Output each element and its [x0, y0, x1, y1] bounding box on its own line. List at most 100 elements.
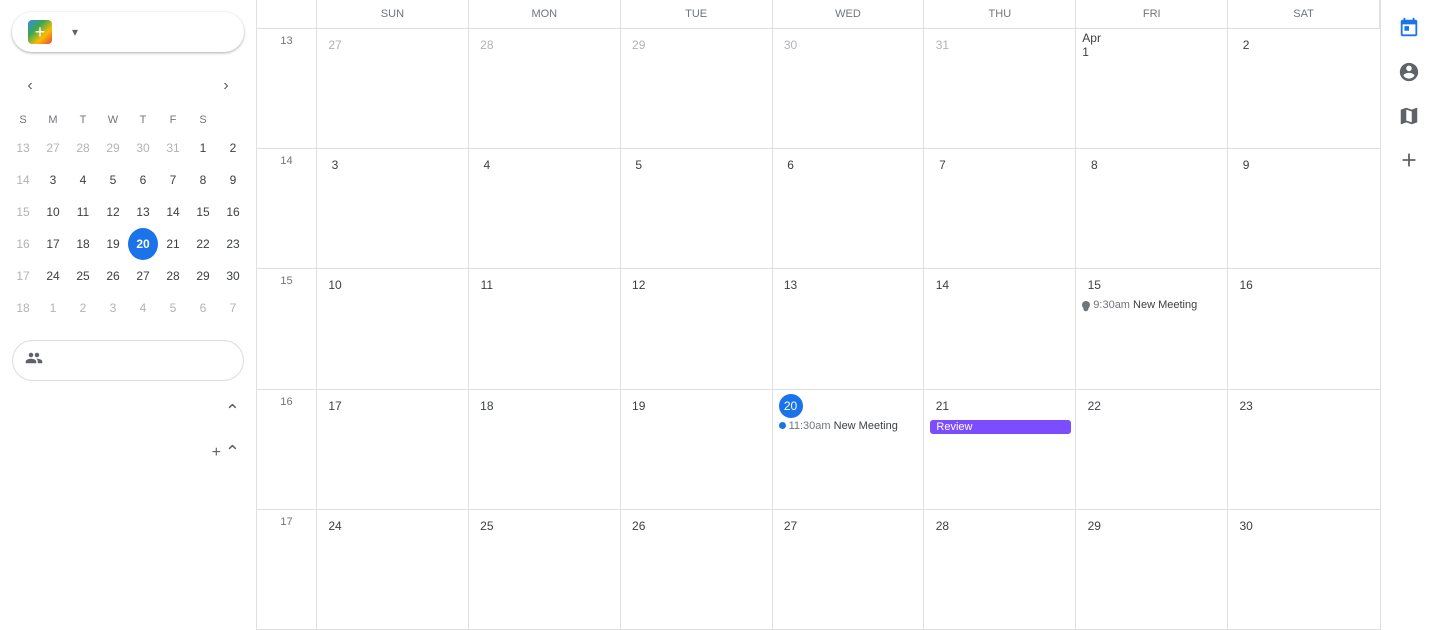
day-cell-3-5[interactable]: 22 — [1076, 390, 1228, 509]
mini-cal-cell-0-2[interactable]: 28 — [68, 132, 98, 164]
day-cell-0-1[interactable]: 28 — [469, 29, 621, 148]
mini-cal-cell-4-7[interactable]: 30 — [218, 260, 248, 292]
mini-cal-cell-2-7[interactable]: 16 — [218, 196, 248, 228]
day-cell-0-0[interactable]: 27 — [317, 29, 469, 148]
day-num-3-6: 23 — [1234, 394, 1258, 418]
day-cell-3-0[interactable]: 17 — [317, 390, 469, 509]
mini-cal-cell-3-5[interactable]: 21 — [158, 228, 188, 260]
day-cell-0-3[interactable]: 30 — [773, 29, 925, 148]
mini-cal-cell-1-7[interactable]: 9 — [218, 164, 248, 196]
create-button[interactable]: + ▾ — [12, 12, 244, 52]
mini-cal-cell-2-1[interactable]: 10 — [38, 196, 68, 228]
mini-cal-cell-1-3[interactable]: 5 — [98, 164, 128, 196]
my-calendars-header[interactable]: ⌃ — [12, 393, 244, 430]
day-cell-1-6[interactable]: 9 — [1228, 149, 1380, 268]
mini-cal-cell-1-1[interactable]: 3 — [38, 164, 68, 196]
mini-cal-cell-3-7[interactable]: 23 — [218, 228, 248, 260]
day-cell-3-6[interactable]: 23 — [1228, 390, 1380, 509]
day-cell-4-3[interactable]: 27 — [773, 510, 925, 629]
mini-cal-cell-3-0[interactable]: 16 — [8, 228, 38, 260]
mini-cal-cell-3-6[interactable]: 22 — [188, 228, 218, 260]
mini-cal-cell-5-6[interactable]: 6 — [188, 292, 218, 324]
day-cell-3-2[interactable]: 19 — [621, 390, 773, 509]
event-dot-3-3-0[interactable]: 11:30am New Meeting — [779, 420, 920, 432]
account-circle-icon[interactable] — [1389, 52, 1429, 92]
day-cell-0-4[interactable]: 31 — [924, 29, 1076, 148]
other-calendars-header[interactable]: + ⌃ — [12, 434, 244, 471]
day-cell-1-1[interactable]: 4 — [469, 149, 621, 268]
mini-cal-cell-1-0[interactable]: 14 — [8, 164, 38, 196]
cal-week-row-1: 143456789 — [257, 149, 1380, 269]
day-cell-2-3[interactable]: 13 — [773, 269, 925, 388]
day-cell-1-5[interactable]: 8 — [1076, 149, 1228, 268]
mini-cal-cell-4-1[interactable]: 24 — [38, 260, 68, 292]
mini-cal-cell-3-2[interactable]: 18 — [68, 228, 98, 260]
mini-cal-cell-0-7[interactable]: 2 — [218, 132, 248, 164]
day-cell-2-6[interactable]: 16 — [1228, 269, 1380, 388]
calendar-check-icon[interactable] — [1389, 8, 1429, 48]
mini-cal-cell-5-0[interactable]: 18 — [8, 292, 38, 324]
mini-cal-cell-2-4[interactable]: 13 — [128, 196, 158, 228]
day-cell-1-2[interactable]: 5 — [621, 149, 773, 268]
mini-cal-cell-4-6[interactable]: 29 — [188, 260, 218, 292]
day-cell-2-2[interactable]: 12 — [621, 269, 773, 388]
day-cell-4-4[interactable]: 28 — [924, 510, 1076, 629]
mini-cal-cell-3-1[interactable]: 17 — [38, 228, 68, 260]
day-cell-4-2[interactable]: 26 — [621, 510, 773, 629]
day-cell-1-4[interactable]: 7 — [924, 149, 1076, 268]
day-cell-3-1[interactable]: 18 — [469, 390, 621, 509]
day-cell-2-0[interactable]: 10 — [317, 269, 469, 388]
mini-cal-cell-2-2[interactable]: 11 — [68, 196, 98, 228]
day-cell-3-4[interactable]: 21Review — [924, 390, 1076, 509]
mini-cal-cell-3-3[interactable]: 19 — [98, 228, 128, 260]
map-icon[interactable] — [1389, 96, 1429, 136]
mini-cal-cell-0-3[interactable]: 29 — [98, 132, 128, 164]
mini-cal-cell-4-5[interactable]: 28 — [158, 260, 188, 292]
mini-cal-cell-1-6[interactable]: 8 — [188, 164, 218, 196]
day-cell-4-0[interactable]: 24 — [317, 510, 469, 629]
event-time-2-5-0[interactable]: ●9:30am New Meeting — [1082, 299, 1223, 311]
day-cell-0-2[interactable]: 29 — [621, 29, 773, 148]
mini-cal-cell-0-0[interactable]: 13 — [8, 132, 38, 164]
day-cell-4-6[interactable]: 30 — [1228, 510, 1380, 629]
mini-cal-cell-2-3[interactable]: 12 — [98, 196, 128, 228]
mini-cal-cell-5-4[interactable]: 4 — [128, 292, 158, 324]
mini-cal-cell-5-5[interactable]: 5 — [158, 292, 188, 324]
search-people[interactable] — [12, 340, 244, 381]
add-icon[interactable] — [1389, 140, 1429, 180]
mini-cal-cell-4-0[interactable]: 17 — [8, 260, 38, 292]
day-cell-0-6[interactable]: 2 — [1228, 29, 1380, 148]
mini-cal-cell-5-3[interactable]: 3 — [98, 292, 128, 324]
mini-cal-cell-5-2[interactable]: 2 — [68, 292, 98, 324]
mini-cal-cell-4-4[interactable]: 27 — [128, 260, 158, 292]
other-calendars-section: + ⌃ — [0, 434, 256, 471]
event-chip-purple-3-4-0[interactable]: Review — [930, 420, 1071, 434]
mini-cal-cell-4-3[interactable]: 26 — [98, 260, 128, 292]
mini-cal-cell-1-2[interactable]: 4 — [68, 164, 98, 196]
day-cell-2-1[interactable]: 11 — [469, 269, 621, 388]
mini-cal-cell-0-1[interactable]: 27 — [38, 132, 68, 164]
mini-cal-prev-button[interactable]: ‹ — [16, 72, 44, 100]
mini-cal-cell-0-4[interactable]: 30 — [128, 132, 158, 164]
mini-cal-cell-1-4[interactable]: 6 — [128, 164, 158, 196]
day-cell-4-5[interactable]: 29 — [1076, 510, 1228, 629]
mini-cal-cell-2-0[interactable]: 15 — [8, 196, 38, 228]
day-cell-1-0[interactable]: 3 — [317, 149, 469, 268]
day-cell-2-4[interactable]: 14 — [924, 269, 1076, 388]
mini-cal-cell-1-5[interactable]: 7 — [158, 164, 188, 196]
mini-cal-cell-2-5[interactable]: 14 — [158, 196, 188, 228]
day-cell-4-1[interactable]: 25 — [469, 510, 621, 629]
other-calendars-add-icon[interactable]: + — [212, 444, 221, 462]
day-cell-1-3[interactable]: 6 — [773, 149, 925, 268]
mini-cal-cell-0-5[interactable]: 31 — [158, 132, 188, 164]
mini-cal-cell-5-7[interactable]: 7 — [218, 292, 248, 324]
mini-cal-cell-3-4[interactable]: 20 — [128, 228, 158, 260]
mini-cal-cell-5-1[interactable]: 1 — [38, 292, 68, 324]
day-cell-2-5[interactable]: 15●9:30am New Meeting — [1076, 269, 1228, 388]
day-cell-0-5[interactable]: Apr 1 — [1076, 29, 1228, 148]
mini-cal-cell-2-6[interactable]: 15 — [188, 196, 218, 228]
mini-cal-cell-4-2[interactable]: 25 — [68, 260, 98, 292]
mini-cal-cell-0-6[interactable]: 1 — [188, 132, 218, 164]
day-cell-3-3[interactable]: 2011:30am New Meeting — [773, 390, 925, 509]
mini-cal-next-button[interactable]: › — [212, 72, 240, 100]
